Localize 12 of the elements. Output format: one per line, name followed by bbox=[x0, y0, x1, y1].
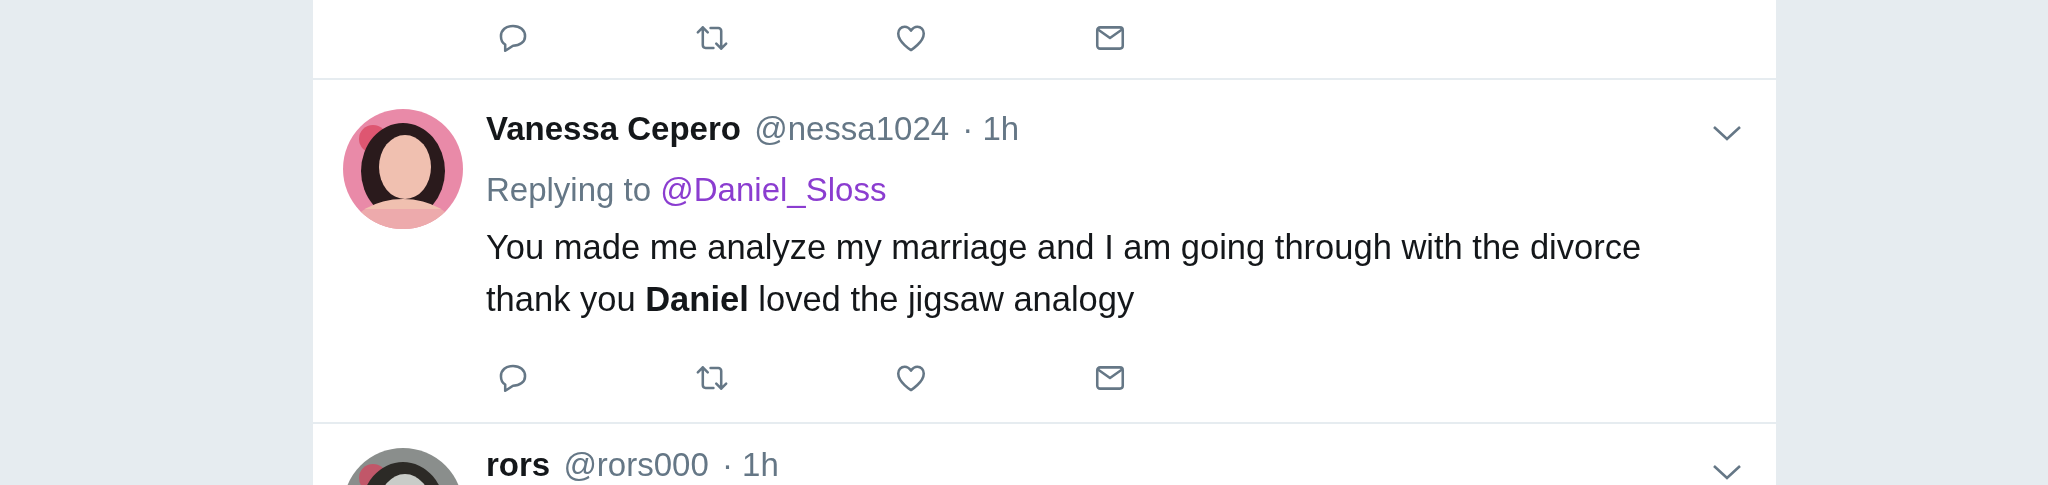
user-name[interactable]: Vanessa Cepero bbox=[486, 110, 741, 147]
tweet-text: thank you Daniel loved the jigsaw analogy bbox=[486, 279, 1136, 320]
mention-link[interactable]: @Daniel_Sloss bbox=[660, 171, 887, 208]
replying-label: Replying to bbox=[486, 171, 652, 208]
chevron-down-icon[interactable] bbox=[1712, 464, 1742, 480]
user-handle[interactable]: @rors000 bbox=[563, 446, 709, 483]
user-handle[interactable]: @nessa1024 bbox=[754, 110, 950, 147]
chevron-down-icon[interactable] bbox=[1712, 125, 1742, 141]
tweet-time[interactable]: · 1h bbox=[721, 446, 779, 483]
tweet-text: You made me analyze my marriage and I am going through with the divorce bbox=[486, 227, 1643, 268]
user-name[interactable]: rors bbox=[486, 446, 551, 483]
tweet-time[interactable]: · 1h bbox=[962, 110, 1020, 147]
